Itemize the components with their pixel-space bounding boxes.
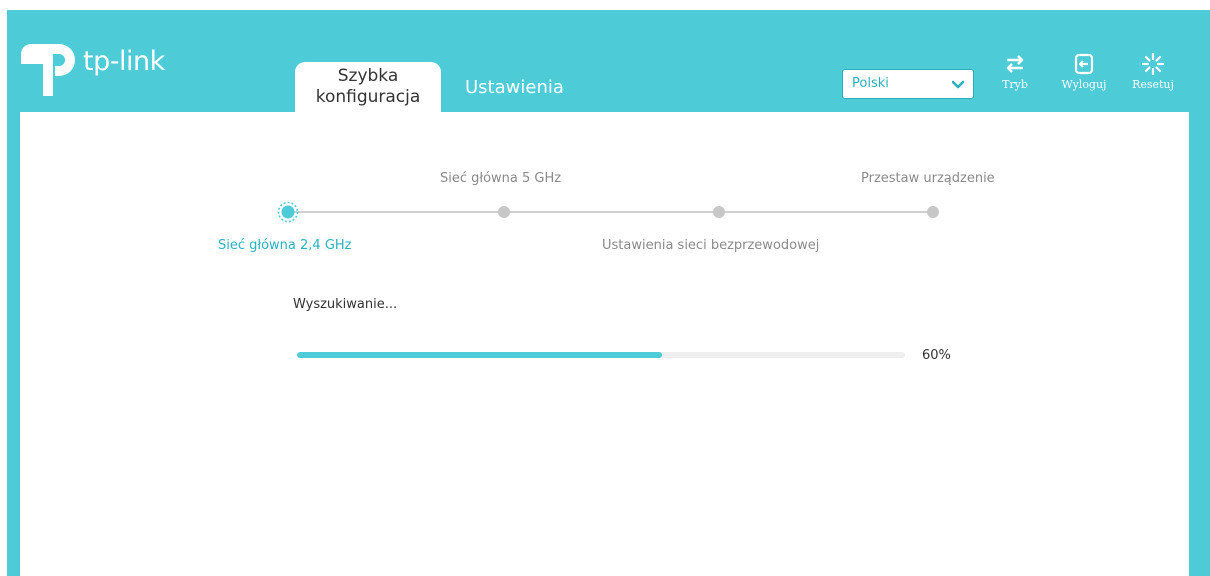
step-label-1: Sieć główna 2,4 GHz bbox=[218, 238, 352, 253]
logout-button[interactable]: Wyloguj bbox=[1059, 52, 1109, 91]
logout-icon bbox=[1074, 53, 1094, 75]
language-select[interactable]: Polski bbox=[842, 69, 974, 99]
logo-wordmark: tp-link bbox=[83, 46, 165, 77]
step-label-4: Przestaw urządzenie bbox=[861, 171, 995, 186]
quick-setup-panel: Sieć główna 2,4 GHz Sieć główna 5 GHz Us… bbox=[20, 112, 1189, 576]
tab-settings[interactable]: Ustawienia bbox=[465, 77, 564, 98]
tp-link-logo: tp-link bbox=[19, 40, 189, 100]
tab-quick-setup-label: Szybka konfiguracja bbox=[315, 66, 421, 107]
stepper-track bbox=[290, 211, 933, 213]
step-label-2: Sieć główna 5 GHz bbox=[440, 171, 562, 186]
step-dot-2 bbox=[498, 206, 510, 218]
step-dot-active bbox=[277, 201, 299, 223]
search-status-text: Wyszukiwanie... bbox=[293, 297, 398, 312]
step-dot-4 bbox=[927, 206, 939, 218]
progress-bar bbox=[297, 352, 905, 358]
tp-link-mark-icon bbox=[21, 44, 75, 96]
mode-button-label: Tryb bbox=[1002, 78, 1028, 91]
chevron-down-icon bbox=[952, 80, 964, 89]
reboot-button-label: Resetuj bbox=[1132, 78, 1174, 91]
step-label-3: Ustawienia sieci bezprzewodowej bbox=[602, 238, 820, 253]
progress-percent: 60% bbox=[922, 348, 951, 363]
language-select-value: Polski bbox=[852, 76, 889, 91]
tab-quick-setup[interactable]: Szybka konfiguracja bbox=[295, 62, 441, 112]
reboot-icon bbox=[1141, 52, 1165, 76]
tab-settings-label: Ustawienia bbox=[465, 77, 564, 98]
step-dot-3 bbox=[713, 206, 725, 218]
mode-switch-icon bbox=[1006, 55, 1024, 73]
logout-button-label: Wyloguj bbox=[1061, 78, 1107, 91]
app-frame: tp-link Szybka konfiguracja Ustawienia P… bbox=[7, 10, 1210, 576]
reboot-button[interactable]: Resetuj bbox=[1128, 52, 1178, 91]
progress-bar-fill bbox=[297, 352, 662, 358]
mode-button[interactable]: Tryb bbox=[990, 52, 1040, 91]
